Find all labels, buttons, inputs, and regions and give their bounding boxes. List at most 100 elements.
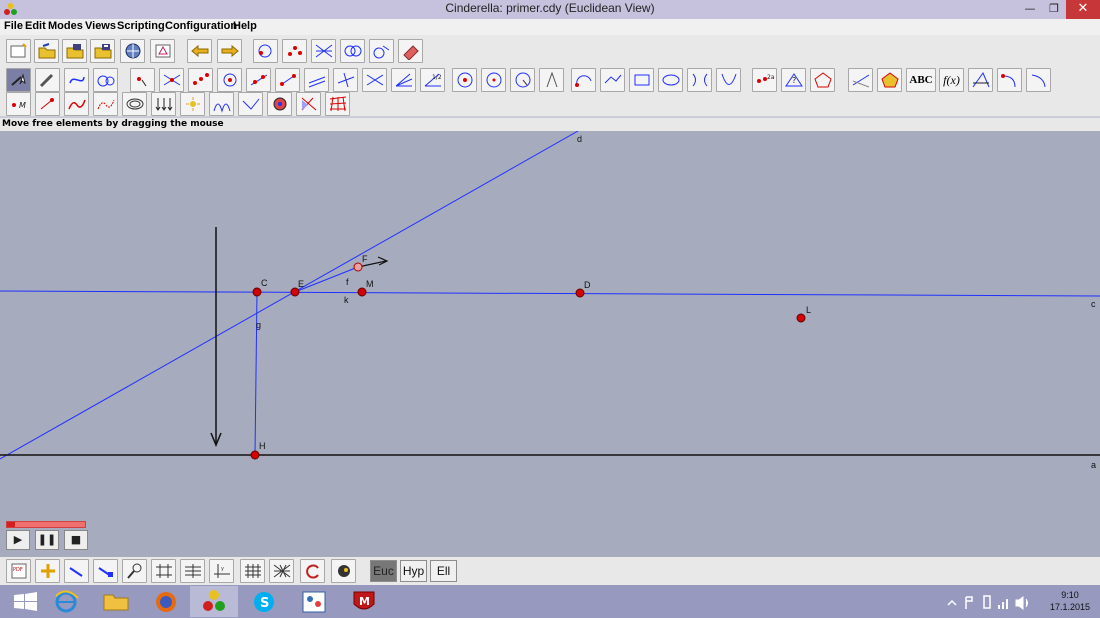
trace-button[interactable] [64,92,89,116]
text-tool-button[interactable]: ABC [906,68,936,92]
selection-button[interactable] [296,92,321,116]
polygon-button[interactable] [629,68,654,92]
arc-tool-button[interactable] [997,68,1022,92]
function-plot-button[interactable]: f(x) [939,68,964,92]
taskbar-skype[interactable]: S [240,586,288,617]
circle-move-button[interactable] [93,68,118,92]
point-f[interactable] [353,262,363,272]
select-lines-button[interactable] [282,39,307,63]
compass-tool-button[interactable] [539,68,564,92]
square-grid-button[interactable] [240,559,265,583]
geometry-mode-hyperbolic[interactable]: Hyp [400,560,427,582]
undo-button[interactable] [187,39,212,63]
save-button[interactable] [62,39,87,63]
perpendicular-button[interactable] [333,68,358,92]
taskbar-cinderella[interactable] [190,586,238,617]
point-c[interactable] [252,287,262,297]
compass-button[interactable] [510,68,535,92]
show-hidden-icon[interactable] [947,599,957,606]
select-points-button[interactable] [253,39,278,63]
midpoint-button[interactable] [188,68,213,92]
menu-views[interactable]: Views [85,20,116,32]
pan-button[interactable] [35,559,60,583]
geometry-mode-elliptic[interactable]: Ell [430,560,457,582]
segment-f[interactable] [294,266,359,293]
battery-icon[interactable] [983,595,991,609]
export-button[interactable] [120,39,145,63]
taskbar-file-explorer[interactable] [92,586,140,617]
area-button[interactable] [810,68,835,92]
taskbar-paint[interactable] [290,586,338,617]
rotate-view-button[interactable] [300,559,325,583]
robot-button[interactable] [267,92,292,116]
point-m[interactable] [357,287,367,297]
flag-icon[interactable] [965,596,973,609]
line-through-button[interactable] [362,68,387,92]
compass-line-button[interactable]: 1/2 [420,68,445,92]
menu-modes[interactable]: Modes [48,20,83,32]
stop-button[interactable]: ■ [64,530,88,550]
line-c[interactable] [0,290,1100,297]
taskbar-internet-explorer[interactable] [42,586,90,617]
bounce-button[interactable] [238,92,263,116]
select-conics-button[interactable] [311,39,336,63]
point-mode-button[interactable]: M [6,92,31,116]
pause-button[interactable]: ❚❚ [35,530,59,550]
open-file-button[interactable] [34,39,59,63]
redo-button[interactable] [217,39,242,63]
euclidean-view-canvas[interactable]: C E F M D L H d c a g f k [0,131,1100,513]
save-as-button[interactable] [90,39,115,63]
snap-button[interactable] [331,559,356,583]
animation-speed-slider[interactable] [6,521,86,528]
add-point-button[interactable] [130,68,155,92]
menu-configuration[interactable]: Configuration [165,20,237,32]
geometry-mode-euclidean[interactable]: Euc [370,560,397,582]
signal-icon[interactable] [998,599,1008,609]
parabola-button[interactable] [716,68,741,92]
animation-button[interactable] [93,92,118,116]
print-button[interactable] [150,39,175,63]
sun-button[interactable] [180,92,205,116]
zoom-out-button[interactable] [93,559,118,583]
menu-help[interactable]: Help [233,20,257,32]
magnify-button[interactable] [122,559,147,583]
move-mode-button[interactable] [6,68,31,92]
arc-button[interactable] [571,68,596,92]
wrench-tool-button[interactable] [35,68,60,92]
pdf-export-button[interactable]: PDF [6,559,31,583]
triangle-grid-button[interactable] [269,559,294,583]
point-d[interactable] [575,288,585,298]
loop-tool-button[interactable] [64,68,89,92]
point-e[interactable] [290,287,300,297]
clock[interactable]: 9:10 17.1.2015 [1050,589,1090,613]
spring-button[interactable] [122,92,147,116]
close-button[interactable]: ✕ [1066,0,1100,19]
transform-button[interactable]: 2a [752,68,777,92]
menu-scripting[interactable]: Scripting [117,20,165,32]
new-file-button[interactable] [6,39,31,63]
minimize-button[interactable]: — [1018,0,1042,19]
conic-hyperbola-button[interactable] [687,68,712,92]
volume-icon[interactable] [1015,596,1028,610]
select-all-button[interactable] [340,39,365,63]
taskbar-mcafee[interactable]: M [340,586,388,617]
polar-button[interactable] [968,68,993,92]
delete-button[interactable] [398,39,423,63]
center-button[interactable] [217,68,242,92]
angle-bisector-button[interactable] [391,68,416,92]
distance-button[interactable]: ? [781,68,806,92]
coordinate-axes-button[interactable]: y [209,559,234,583]
angle-button[interactable] [848,68,873,92]
point-l[interactable] [796,313,806,323]
conic-5-button[interactable] [658,68,683,92]
segment-g[interactable] [254,291,258,456]
axes-button[interactable] [151,559,176,583]
polygon-area-button[interactable] [877,68,902,92]
segment-button[interactable] [275,68,300,92]
polyline-button[interactable] [600,68,625,92]
wave-button[interactable] [209,92,234,116]
curve-tool-button[interactable] [1026,68,1051,92]
menu-file[interactable]: File [4,20,23,32]
grid-dense-button[interactable] [180,559,205,583]
locus-button[interactable] [35,92,60,116]
